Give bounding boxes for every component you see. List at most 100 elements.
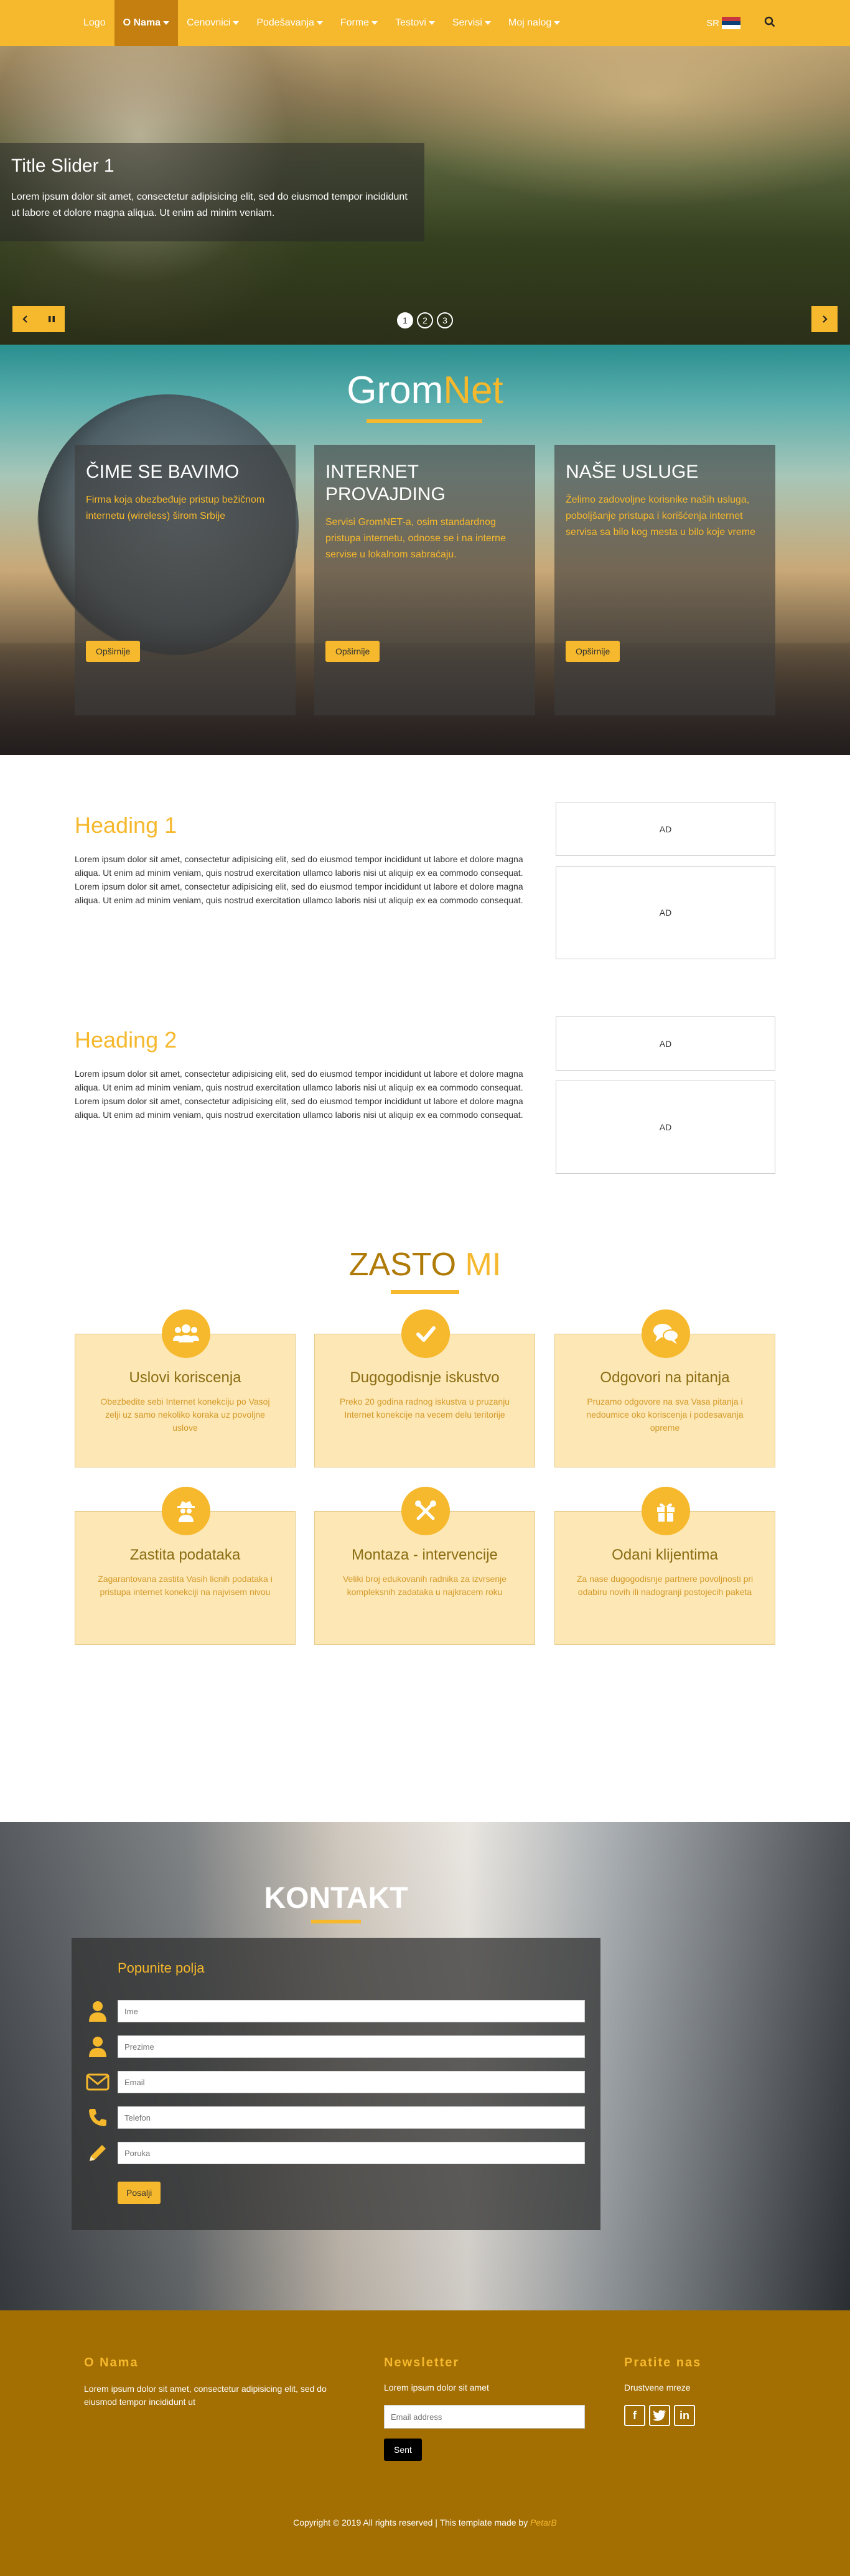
phone-icon bbox=[85, 2106, 110, 2129]
caret-down-icon bbox=[371, 21, 378, 25]
content-block: Heading 1 Lorem ipsum dolor sit amet, co… bbox=[75, 812, 535, 907]
twitter-icon[interactable] bbox=[649, 2405, 670, 2426]
users-icon bbox=[162, 1309, 210, 1358]
newsletter-send-button[interactable]: Sent bbox=[384, 2439, 422, 2461]
nav-item-label: Cenovnici bbox=[187, 17, 231, 28]
ad-box[interactable]: AD bbox=[556, 802, 775, 856]
feature-text: Zagarantovana zastita Vasih licnih podat… bbox=[98, 1574, 273, 1597]
hero-slider: Title Slider 1 Lorem ipsum dolor sit ame… bbox=[0, 46, 850, 345]
envelope-icon bbox=[85, 2071, 110, 2093]
gromnet-section: GromNet ČIME SE BAVIMO Firma koja obezbe… bbox=[0, 345, 850, 755]
email-input[interactable] bbox=[118, 2071, 585, 2093]
message-input[interactable] bbox=[118, 2142, 585, 2164]
nav-item-servisi[interactable]: Servisi bbox=[444, 0, 500, 46]
newsletter-title: Newsletter bbox=[384, 2356, 460, 2369]
section-text: Lorem ipsum dolor sit amet, consectetur … bbox=[75, 854, 523, 905]
serbia-flag-icon bbox=[722, 17, 740, 30]
check-icon bbox=[401, 1309, 450, 1358]
more-button[interactable]: Opširnije bbox=[566, 641, 620, 662]
why-us-title-part2: MI bbox=[465, 1247, 502, 1283]
feature-text: Veliki broj edukovanih radnika za izvrse… bbox=[342, 1574, 507, 1597]
info-card: INTERNET PROVAJDING Servisi GromNET-a, o… bbox=[314, 445, 535, 715]
feature-title: Montaza - intervencije bbox=[352, 1546, 498, 1563]
info-card: ČIME SE BAVIMO Firma koja obezbeđuje pri… bbox=[75, 445, 296, 715]
nav-item-moj-nalog[interactable]: Moj nalog bbox=[500, 0, 569, 46]
nav-item-testovi[interactable]: Testovi bbox=[386, 0, 444, 46]
user-icon bbox=[85, 2035, 110, 2058]
why-us-title: ZASTO MI bbox=[0, 1246, 850, 1283]
feature-card: Montaza - intervencije Veliki broj eduko… bbox=[314, 1487, 535, 1645]
form-row bbox=[85, 2000, 585, 2022]
linkedin-icon[interactable]: in bbox=[674, 2405, 695, 2426]
gift-icon bbox=[642, 1487, 690, 1535]
feature-card: Odani klijentima Za nase dugogodisnje pa… bbox=[554, 1487, 775, 1645]
last-name-input[interactable] bbox=[118, 2035, 585, 2058]
form-row bbox=[85, 2071, 585, 2093]
why-us-underline bbox=[391, 1290, 459, 1294]
footer: O Nama Lorem ipsum dolor sit amet, conse… bbox=[0, 2310, 850, 2576]
chevron-right-icon bbox=[823, 315, 828, 323]
prev-slide-button[interactable] bbox=[12, 306, 39, 332]
nav-item-label: Podešavanja bbox=[256, 17, 314, 28]
facebook-icon[interactable]: f bbox=[624, 2405, 645, 2426]
caret-down-icon bbox=[484, 21, 491, 25]
nav-item-label: O Nama bbox=[123, 17, 161, 28]
more-button[interactable]: Opširnije bbox=[325, 641, 380, 662]
form-title: Popunite polja bbox=[118, 1960, 205, 1976]
contact-section: KONTAKT Popunite polja Posalji bbox=[0, 1822, 850, 2310]
first-name-input[interactable] bbox=[118, 2000, 585, 2022]
card-title: NAŠE USLUGE bbox=[566, 462, 699, 482]
brand-part1: Grom bbox=[347, 369, 444, 412]
follow-title: Pratite nas bbox=[624, 2356, 702, 2369]
contact-form: Popunite polja Posalji bbox=[72, 1938, 600, 2230]
nav-item-o-nama[interactable]: O Nama bbox=[114, 0, 179, 46]
feature-title: Dugogodisnje iskustvo bbox=[350, 1369, 500, 1386]
brand-title: GromNet bbox=[0, 368, 850, 412]
nav-item-forme[interactable]: Forme bbox=[332, 0, 386, 46]
feature-title: Odani klijentima bbox=[612, 1546, 718, 1563]
more-button[interactable]: Opširnije bbox=[86, 641, 141, 662]
pause-icon bbox=[49, 316, 55, 322]
language-label: SR bbox=[706, 17, 719, 29]
caret-down-icon bbox=[428, 21, 435, 25]
ad-box[interactable]: AD bbox=[556, 866, 775, 959]
send-button[interactable]: Posalji bbox=[118, 2182, 161, 2204]
search-icon[interactable] bbox=[764, 16, 775, 30]
form-row bbox=[85, 2106, 585, 2129]
nav-item-label: Servisi bbox=[452, 17, 482, 28]
slide-indicator[interactable]: 1 bbox=[397, 312, 413, 328]
ad-box[interactable]: AD bbox=[556, 1016, 775, 1071]
newsletter-email-input[interactable] bbox=[384, 2405, 585, 2429]
card-text: Želimo zadovoljne korisnike naših usluga… bbox=[566, 495, 756, 537]
nav-item-podesavanja[interactable]: Podešavanja bbox=[248, 0, 332, 46]
footer-about: O Nama Lorem ipsum dolor sit amet, conse… bbox=[84, 2356, 352, 2409]
card-title: INTERNET PROVAJDING bbox=[325, 462, 446, 505]
nav-item-cenovnici[interactable]: Cenovnici bbox=[178, 0, 248, 46]
feature-text: Za nase dugogodisnje partnere povoljnost… bbox=[576, 1574, 754, 1597]
navbar: Logo O Nama Cenovnici Podešavanja Forme … bbox=[0, 0, 850, 46]
caret-down-icon bbox=[316, 21, 323, 25]
nav-item-label: Forme bbox=[340, 17, 370, 28]
feature-title: Odgovori na pitanja bbox=[600, 1369, 730, 1386]
nav-logo[interactable]: Logo bbox=[75, 0, 114, 46]
follow-text: Drustvene mreze bbox=[624, 2383, 691, 2392]
nav-item-label: Moj nalog bbox=[508, 17, 552, 28]
feature-card: Odgovori na pitanja Pruzamo odgovore na … bbox=[554, 1309, 775, 1467]
slider-caption: Title Slider 1 Lorem ipsum dolor sit ame… bbox=[0, 143, 424, 241]
feature-title: Uslovi koriscenja bbox=[129, 1369, 241, 1386]
slide-indicator[interactable]: 3 bbox=[437, 312, 453, 328]
content-section-2: Heading 2 Lorem ipsum dolor sit amet, co… bbox=[0, 970, 850, 1194]
card-text: Firma koja obezbeđuje pristup bežičnom i… bbox=[86, 495, 265, 521]
author-link[interactable]: PetarB bbox=[530, 2518, 557, 2527]
slide-indicator[interactable]: 2 bbox=[417, 312, 433, 328]
feature-text: Obezbedite sebi Internet konekciju po Va… bbox=[100, 1397, 270, 1433]
next-slide-button[interactable] bbox=[811, 306, 838, 332]
footer-about-text: Lorem ipsum dolor sit amet, consectetur … bbox=[84, 2384, 327, 2407]
ad-box[interactable]: AD bbox=[556, 1081, 775, 1174]
pause-slider-button[interactable] bbox=[39, 306, 65, 332]
feature-card: Zastita podataka Zagarantovana zastita V… bbox=[75, 1487, 296, 1645]
phone-input[interactable] bbox=[118, 2106, 585, 2129]
caret-down-icon bbox=[554, 21, 561, 25]
language-switch[interactable]: SR bbox=[706, 17, 740, 30]
info-card: NAŠE USLUGE Želimo zadovoljne korisnike … bbox=[554, 445, 775, 715]
